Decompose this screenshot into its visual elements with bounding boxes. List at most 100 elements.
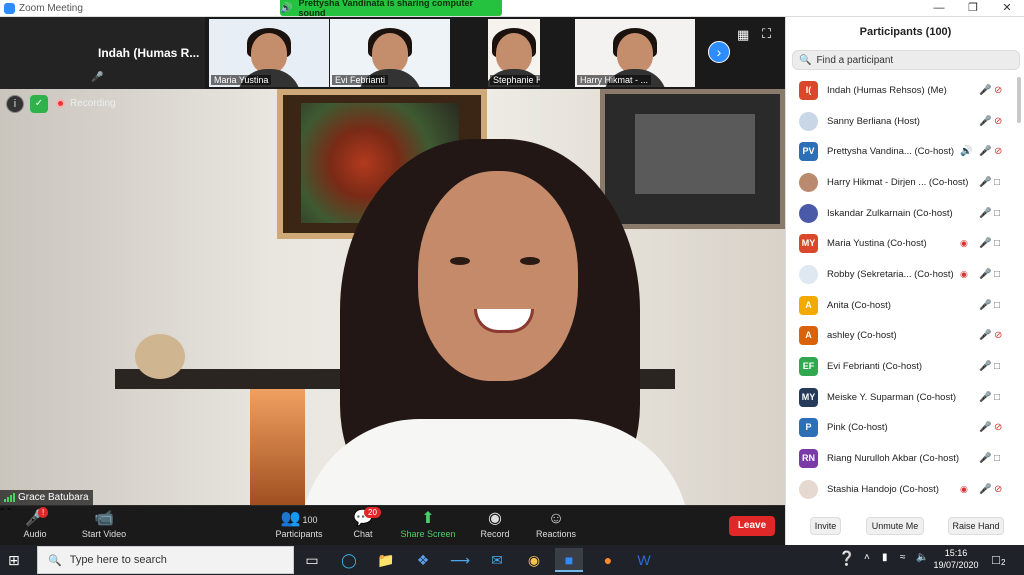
mic-icon[interactable]: 🎤 [979, 177, 991, 188]
tile-name: Evi Febrianti [332, 75, 389, 85]
chat-button[interactable]: 💬 20 Chat [348, 507, 381, 539]
mic-muted-icon[interactable]: 🎤 [979, 146, 991, 157]
next-page-button[interactable]: › [708, 41, 730, 63]
video-icon[interactable]: □ [994, 238, 1000, 249]
recording-indicator[interactable]: Recording [56, 98, 116, 109]
video-icon[interactable]: □ [994, 177, 1000, 188]
participant-search[interactable]: 🔍 [792, 50, 1020, 70]
participant-row[interactable]: MY Maria Yustina (Co-host) ◉ 🎤 □ [786, 228, 1024, 259]
participant-row[interactable]: A Anita (Co-host) 🎤 □ [786, 290, 1024, 321]
participant-video-tile[interactable]: Evi Febrianti [330, 19, 450, 87]
help-tray-icon[interactable]: ❔ [838, 550, 855, 567]
chrome-browser-icon[interactable]: ◉ [520, 548, 548, 572]
video-icon[interactable]: □ [994, 453, 1000, 464]
taskbar-clock[interactable]: 15:16 19/07/2020 [930, 547, 982, 571]
zoom-taskbar-icon[interactable]: ■ [555, 548, 583, 572]
close-button[interactable]: ✕ [990, 0, 1024, 17]
video-icon[interactable]: □ [994, 208, 1000, 219]
dropbox-icon[interactable]: ❖ [409, 548, 437, 572]
unmute-me-button[interactable]: Unmute Me [866, 517, 924, 535]
participant-row[interactable]: Sanny Berliana (Host) 🎤 ⊘ [786, 106, 1024, 137]
video-icon[interactable]: □ [994, 269, 1000, 280]
participant-row[interactable]: PV Prettysha Vandina... (Co-host) 🔊 🎤 ⊘ [786, 136, 1024, 167]
participant-row[interactable]: RN Riang Nurulloh Akbar (Co-host) 🎤 □ [786, 443, 1024, 474]
app-bolt-icon[interactable]: ⟶ [446, 548, 474, 572]
audio-options-caret[interactable]: ˆ [0, 506, 4, 520]
leave-button[interactable]: Leave [729, 516, 775, 536]
mic-icon[interactable]: 🎤 [979, 238, 991, 249]
video-options-caret[interactable]: ˆ [7, 506, 11, 520]
participant-avatar: RN [799, 449, 818, 469]
mic-muted-icon[interactable]: 🎤 [979, 361, 991, 372]
active-participant-tile[interactable]: Indah (Humas R... 🎤 [0, 17, 205, 89]
participant-row[interactable]: P Pink (Co-host) 🎤 ⊘ [786, 413, 1024, 444]
maximize-button[interactable]: ❐ [956, 0, 990, 17]
firefox-browser-icon[interactable]: ● [594, 548, 622, 572]
video-off-icon[interactable]: ⊘ [994, 85, 1002, 96]
participant-row[interactable]: Iskandar Zulkarnain (Co-host) 🎤 □ [786, 198, 1024, 229]
participants-button[interactable]: 👥 100 Participants [272, 509, 326, 539]
video-off-icon[interactable]: ⊘ [994, 146, 1002, 157]
active-participant-name: Indah (Humas R... [98, 46, 200, 60]
mic-muted-icon[interactable]: 🎤 [979, 116, 991, 127]
share-screen-button[interactable]: ⬆ Share Screen [400, 509, 456, 539]
video-off-icon[interactable]: ⊘ [994, 422, 1002, 433]
participant-row[interactable]: I(Indah (Humas Rehsos) (Me) 🎤 ⊘ [786, 75, 1024, 106]
windows-start-icon[interactable]: ⊞ [8, 552, 20, 569]
record-button[interactable]: ◉ Record [478, 509, 512, 539]
mic-muted-icon[interactable]: 🎤 [979, 300, 991, 311]
participant-video-tile[interactable]: Stephanie Hand... [488, 19, 540, 87]
invite-button[interactable]: Invite [810, 517, 841, 535]
video-icon[interactable]: □ [994, 392, 1000, 403]
recording-status-icon: ◉ [960, 238, 968, 249]
minimize-button[interactable]: — [922, 0, 956, 17]
video-icon[interactable]: □ [994, 361, 1000, 372]
tile-face [617, 33, 653, 73]
mail-icon[interactable]: ✉ [483, 548, 511, 572]
file-explorer-icon[interactable]: 📁 [372, 548, 400, 572]
participant-row[interactable]: Robby (Sekretaria... (Co-host) ◉ 🎤 □ [786, 259, 1024, 290]
fullscreen-icon[interactable]: ⛶ [762, 26, 771, 42]
tray-overflow-icon[interactable]: ˄ [864, 552, 870, 563]
mic-muted-icon[interactable]: 🎤 [979, 453, 991, 464]
sound-share-banner: 🔊 Prettysha Vandinata is sharing compute… [280, 0, 502, 18]
task-view-icon[interactable]: ▭ [298, 548, 326, 572]
start-video-button[interactable]: 📹 Start Video [78, 509, 130, 539]
participant-row[interactable]: Harry Hikmat - Dirjen ... (Co-host) 🎤 □ [786, 167, 1024, 198]
video-off-icon[interactable]: ⊘ [994, 484, 1002, 495]
participant-search-input[interactable] [816, 54, 1017, 66]
meeting-info-icon[interactable]: i [6, 95, 24, 113]
encryption-shield-icon[interactable]: ✓ [30, 95, 48, 113]
reactions-button[interactable]: ☺ Reactions [534, 509, 578, 539]
battery-icon[interactable]: ▮ [882, 552, 888, 563]
video-icon[interactable]: □ [994, 300, 1000, 311]
mic-muted-icon[interactable]: 🎤 [979, 392, 991, 403]
participant-row[interactable]: Stashia Handojo (Co-host) ◉ 🎤 ⊘ [786, 474, 1024, 505]
participant-video-tile[interactable]: Harry Hikmat - ... [575, 19, 695, 87]
mic-muted-icon[interactable]: 🎤 [979, 330, 991, 341]
word-icon[interactable]: W [630, 548, 658, 572]
mic-muted-icon[interactable]: 🎤 [979, 422, 991, 433]
taskbar-search-input[interactable] [69, 554, 290, 566]
taskbar-search[interactable]: 🔍 [37, 546, 294, 574]
mic-icon[interactable]: 🎤 [979, 208, 991, 219]
participant-row[interactable]: Aashley (Co-host) 🎤 ⊘ [786, 321, 1024, 352]
mic-muted-icon[interactable]: 🎤 [979, 484, 991, 495]
audio-button[interactable]: 🎤! Audio [20, 507, 50, 539]
video-off-icon[interactable]: ⊘ [994, 116, 1002, 127]
participant-video-tile[interactable]: Maria Yustina [209, 19, 329, 87]
edge-browser-icon[interactable]: ◯ [335, 548, 363, 572]
mic-muted-icon[interactable]: 🎤 [979, 85, 991, 96]
tile-name: Stephanie Hand... [490, 75, 540, 85]
participant-row[interactable]: MY Meiske Y. Suparman (Co-host) 🎤 □ [786, 382, 1024, 413]
video-off-icon[interactable]: ⊘ [994, 330, 1002, 341]
participant-list-scrollbar[interactable] [1017, 77, 1021, 123]
mic-icon[interactable]: 🎤 [979, 269, 991, 280]
wifi-icon[interactable]: ≈ [900, 552, 906, 563]
volume-icon[interactable]: 🔈 [916, 552, 928, 563]
gallery-view-icon[interactable]: ▦ [737, 27, 749, 43]
tile-face [372, 33, 408, 73]
participant-row[interactable]: EF Evi Febrianti (Co-host) 🎤 □ [786, 351, 1024, 382]
notification-center-icon[interactable]: □ 2 [992, 552, 1006, 567]
raise-hand-button[interactable]: Raise Hand [948, 517, 1004, 535]
